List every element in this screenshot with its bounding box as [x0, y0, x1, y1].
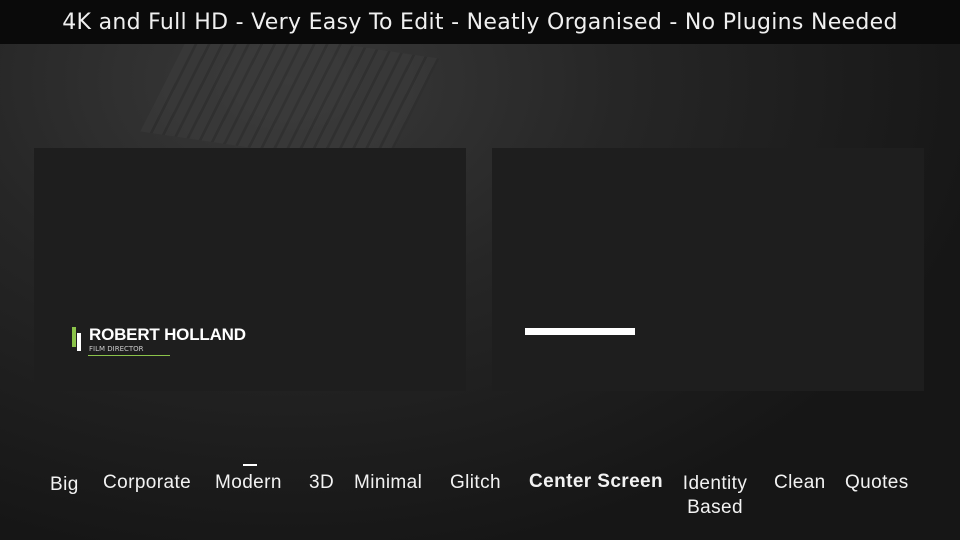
category-3d[interactable]: 3D	[309, 472, 334, 494]
category-center-screen[interactable]: Center Screen	[529, 471, 663, 493]
category-modern[interactable]: Modern	[215, 472, 282, 494]
category-quotes[interactable]: Quotes	[845, 472, 909, 494]
preview-right[interactable]	[492, 148, 924, 391]
keyboard-backdrop	[140, 22, 440, 168]
banner: 4K and Full HD - Very Easy To Edit - Nea…	[0, 0, 960, 44]
lower-third-name: ROBERT HOLLAND	[89, 325, 246, 344]
category-glitch[interactable]: Glitch	[450, 472, 501, 494]
category-identity-based[interactable]: Identity Based	[672, 472, 758, 520]
banner-text: 4K and Full HD - Very Easy To Edit - Nea…	[62, 9, 898, 35]
category-big[interactable]: Big	[50, 474, 79, 496]
category-nav: Big Corporate Modern 3D Minimal Glitch C…	[0, 470, 960, 530]
lower-third-role: FILM DIRECTOR	[89, 345, 144, 353]
animating-title-bar	[525, 328, 635, 335]
category-corporate[interactable]: Corporate	[103, 472, 191, 494]
lower-third-underline	[88, 355, 170, 356]
category-clean[interactable]: Clean	[774, 472, 826, 494]
category-minimal[interactable]: Minimal	[354, 472, 422, 494]
preview-left[interactable]: ROBERT HOLLAND FILM DIRECTOR	[34, 148, 466, 391]
nav-indicator	[243, 464, 257, 466]
